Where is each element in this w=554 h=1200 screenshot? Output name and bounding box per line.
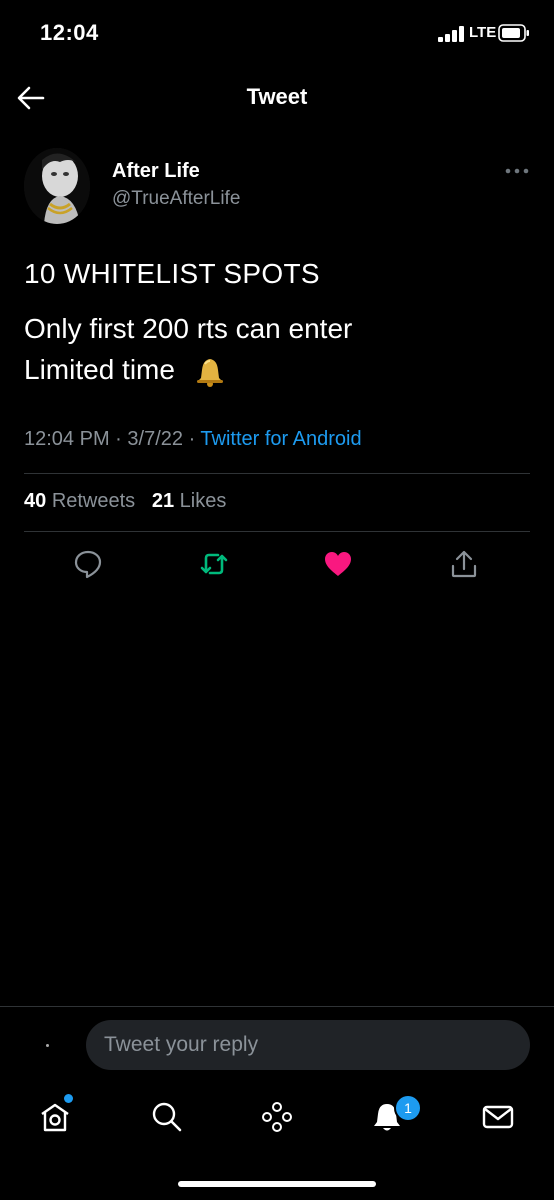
divider	[24, 473, 530, 474]
retweets-label: Retweets	[51, 490, 136, 512]
home-icon[interactable]	[38, 1100, 72, 1134]
tweet-text-line: Only first 200 rts can enter	[24, 313, 353, 344]
tweet-date: 3/7/22	[127, 428, 183, 450]
author-handle[interactable]: @TrueAfterLife	[112, 188, 240, 210]
reply-placeholder[interactable]: Tweet your reply	[104, 1033, 258, 1057]
notifications-badge: 1	[394, 1094, 422, 1122]
retweet-icon[interactable]	[198, 548, 230, 580]
retweets-stat[interactable]: 40 Retweets	[24, 490, 135, 512]
bell-emoji-icon	[196, 358, 223, 387]
status-time: 12:04	[40, 20, 99, 45]
home-indicator[interactable]	[178, 1181, 376, 1187]
tweet-metadata: 12:04 PM · 3/7/22 · Twitter for Android	[24, 428, 362, 451]
network-label: LTE	[469, 24, 497, 41]
search-icon[interactable]	[150, 1100, 184, 1134]
separator-dot: ·	[188, 428, 201, 450]
like-heart-icon[interactable]	[322, 548, 354, 580]
likes-label: Likes	[179, 490, 227, 512]
divider	[0, 1006, 554, 1007]
messages-icon[interactable]	[481, 1100, 515, 1134]
signal-icon	[438, 26, 464, 42]
reply-icon[interactable]	[72, 548, 104, 580]
tweet-text-line: Limited time	[24, 354, 227, 388]
page-title: Tweet	[246, 84, 308, 109]
tweet-source-link[interactable]: Twitter for Android	[200, 428, 361, 450]
battery-icon	[498, 24, 529, 42]
tweet-text: Limited time	[24, 354, 175, 385]
likes-stat[interactable]: 21 Likes	[152, 490, 227, 512]
author-name[interactable]: After Life	[112, 160, 200, 183]
more-options-icon[interactable]	[504, 166, 530, 176]
likes-count: 21	[151, 490, 175, 512]
separator-dot: ·	[115, 428, 128, 450]
spaces-icon[interactable]	[260, 1100, 294, 1134]
tweet-text-line: 10 WHITELIST SPOTS	[24, 258, 320, 289]
user-avatar-placeholder	[46, 1044, 49, 1047]
share-icon[interactable]	[448, 548, 480, 580]
tweet-time: 12:04 PM	[24, 428, 110, 450]
avatar[interactable]	[24, 148, 90, 224]
home-notification-dot	[64, 1094, 73, 1103]
divider	[24, 531, 530, 532]
retweets-count: 40	[24, 490, 47, 512]
tweet-stats: 40 Retweets 21 Likes	[24, 490, 226, 513]
